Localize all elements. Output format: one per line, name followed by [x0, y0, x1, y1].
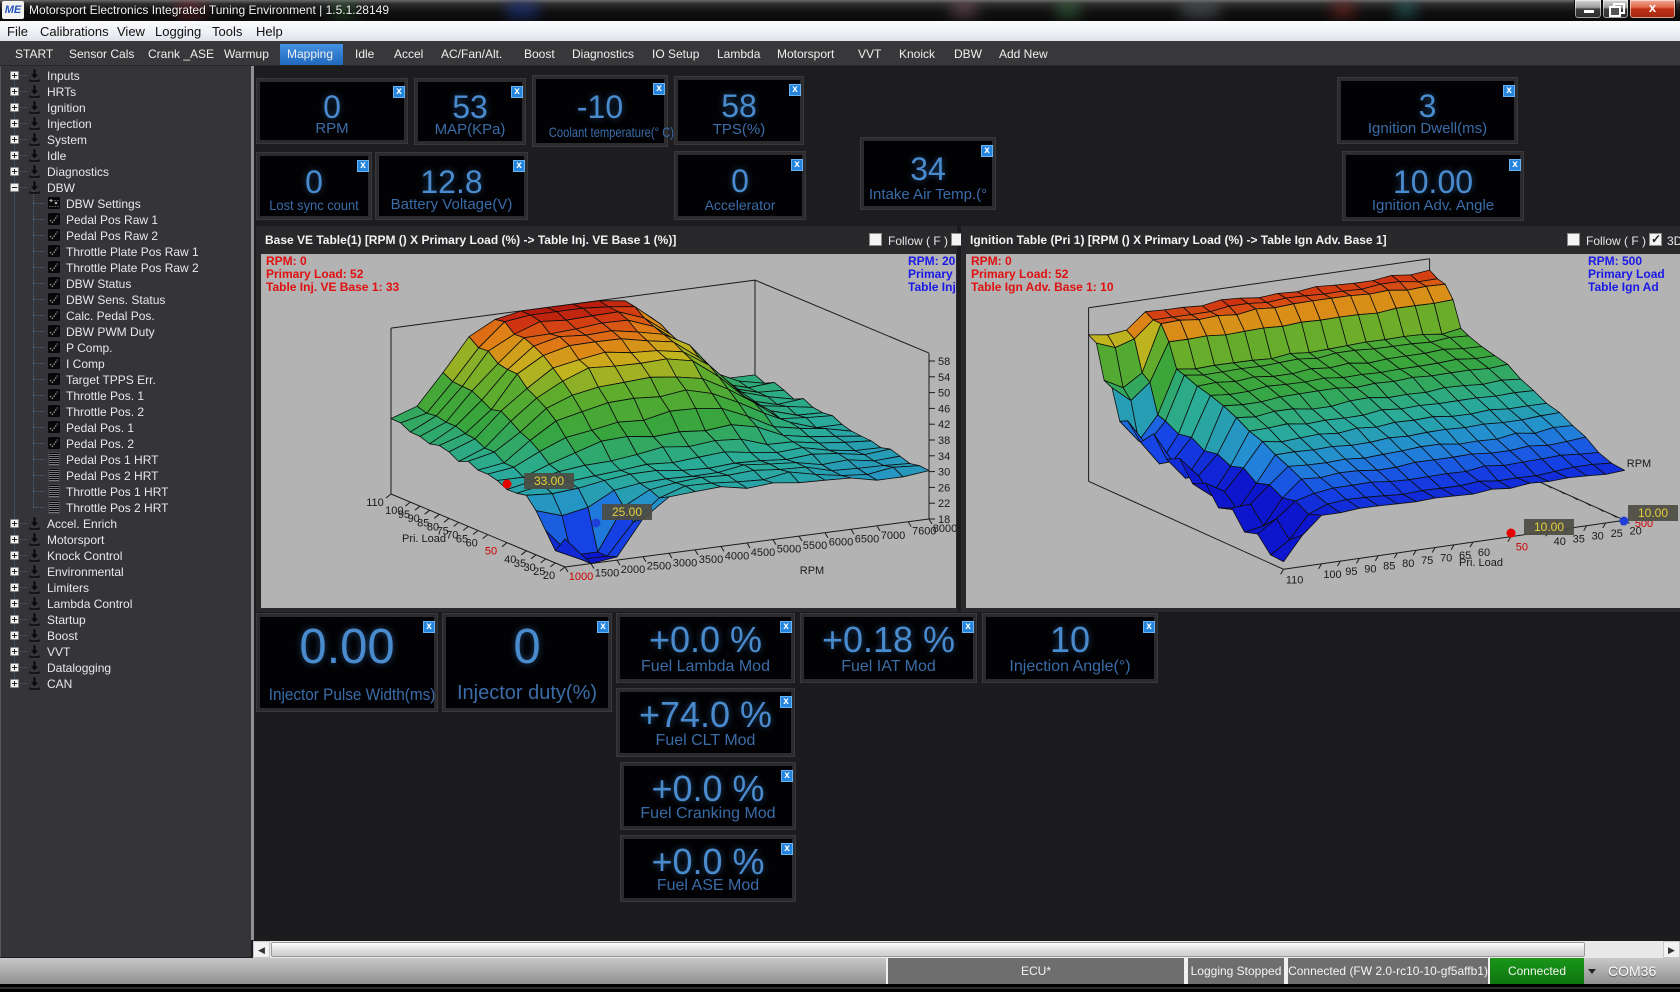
svg-text:100: 100 [1323, 569, 1341, 581]
svg-text:Primary Load: 52: Primary Load: 52 [266, 267, 364, 281]
svg-text:1000: 1000 [569, 571, 593, 583]
svg-text:20: 20 [543, 570, 555, 582]
svg-text:Table Ign Adv. Base 1: 10: Table Ign Adv. Base 1: 10 [971, 280, 1114, 294]
svg-text:RPM: 500: RPM: 500 [1588, 254, 1642, 268]
svg-text:95: 95 [1345, 566, 1357, 578]
svg-text:2000: 2000 [621, 564, 645, 576]
svg-text:Table Inj. VE Base 1: 33: Table Inj. VE Base 1: 33 [266, 280, 399, 294]
svg-text:5000: 5000 [777, 544, 801, 556]
svg-text:RPM: 20: RPM: 20 [908, 254, 956, 268]
svg-text:58: 58 [938, 356, 950, 368]
svg-text:8000: 8000 [933, 523, 956, 535]
svg-text:7000: 7000 [881, 530, 905, 542]
svg-text:4500: 4500 [751, 547, 775, 559]
svg-text:30: 30 [938, 467, 950, 479]
svg-text:46: 46 [938, 403, 950, 415]
svg-text:90: 90 [1364, 563, 1376, 575]
svg-text:1500: 1500 [595, 568, 619, 580]
svg-text:30: 30 [1592, 531, 1604, 543]
svg-text:42: 42 [938, 419, 950, 431]
svg-text:40: 40 [1554, 536, 1566, 548]
svg-text:50: 50 [1516, 542, 1528, 554]
svg-text:50: 50 [485, 546, 497, 558]
svg-text:10.00: 10.00 [1638, 506, 1668, 520]
svg-text:RPM: 0: RPM: 0 [266, 254, 307, 268]
svg-text:Primary Load: Primary Load [1588, 267, 1665, 281]
svg-text:70: 70 [1440, 553, 1452, 565]
svg-text:26: 26 [938, 482, 950, 494]
svg-text:Table Ign Ad: Table Ign Ad [1588, 280, 1659, 294]
svg-text:3500: 3500 [699, 554, 723, 566]
svg-text:34: 34 [938, 451, 950, 463]
svg-text:25: 25 [1611, 528, 1623, 540]
svg-text:Primary Load: 52: Primary Load: 52 [971, 267, 1069, 281]
svg-text:RPM: RPM [800, 565, 824, 577]
svg-text:50: 50 [938, 388, 950, 400]
svg-text:RPM: RPM [1627, 458, 1651, 470]
svg-text:Table Inj: Table Inj [908, 280, 956, 294]
svg-text:75: 75 [1421, 555, 1433, 567]
svg-text:RPM: 0: RPM: 0 [971, 254, 1012, 268]
svg-text:Primary L: Primary L [908, 267, 956, 281]
svg-text:60: 60 [466, 538, 478, 550]
svg-text:10.00: 10.00 [1534, 520, 1564, 534]
svg-text:33.00: 33.00 [534, 474, 564, 488]
svg-text:Pri. Load: Pri. Load [402, 533, 446, 545]
svg-text:110: 110 [1286, 574, 1304, 586]
svg-text:6000: 6000 [829, 537, 853, 549]
svg-text:54: 54 [938, 372, 950, 384]
svg-text:3000: 3000 [673, 557, 697, 569]
svg-text:35: 35 [1573, 534, 1585, 546]
svg-text:4000: 4000 [725, 550, 749, 562]
svg-text:85: 85 [1383, 561, 1395, 573]
svg-text:22: 22 [938, 498, 950, 510]
svg-text:5500: 5500 [803, 540, 827, 552]
svg-text:38: 38 [938, 435, 950, 447]
svg-text:25.00: 25.00 [612, 505, 642, 519]
svg-text:6500: 6500 [855, 533, 879, 545]
svg-text:Pri. Load: Pri. Load [1459, 557, 1503, 569]
svg-text:80: 80 [1402, 558, 1414, 570]
svg-text:2500: 2500 [647, 561, 671, 573]
svg-text:110: 110 [366, 497, 384, 509]
